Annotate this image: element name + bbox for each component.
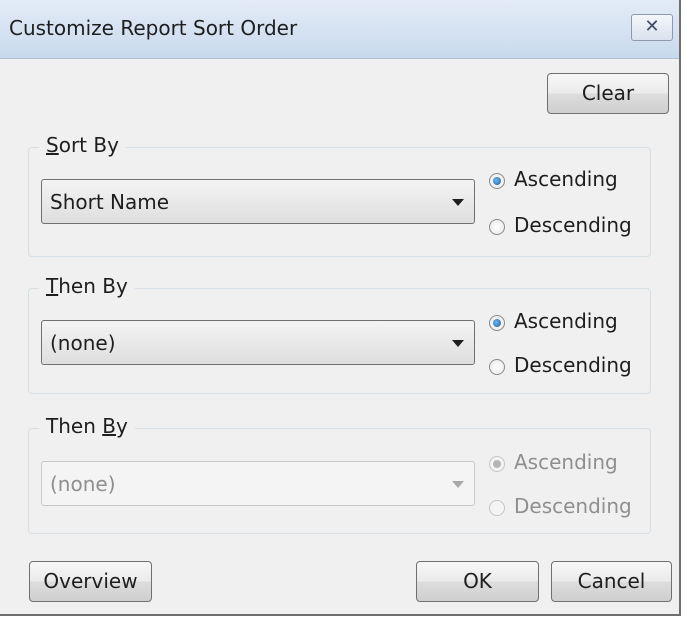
chevron-down-icon [452,199,464,206]
radio-unselected-icon [489,359,505,375]
sort-order-dialog: Customize Report Sort Order ✕ Clear Sort… [0,0,681,616]
clear-button[interactable]: Clear [547,73,669,114]
chevron-down-icon [452,340,464,347]
radio-unselected-icon [489,500,505,516]
ascending-label: Ascending [514,450,618,474]
then-by-value: (none) [50,331,116,355]
ascending-label: Ascending [514,167,618,191]
then-by-second-value: (none) [50,472,116,496]
title-bar: Customize Report Sort Order ✕ [0,0,679,59]
sort-by-legend: Sort By [39,133,126,157]
then-by-second-legend: Then By [39,414,135,438]
close-icon: ✕ [644,16,660,37]
descending-label: Descending [514,494,632,518]
radio-selected-icon [489,173,505,189]
then-by-group: Then By (none) Ascending Descending [28,274,651,394]
chevron-down-icon [452,481,464,488]
radio-unselected-icon [489,219,505,235]
then-by-second-dropdown[interactable]: (none) [41,461,475,506]
then-by-legend: Then By [39,274,135,298]
radio-selected-icon [489,456,505,472]
window-title: Customize Report Sort Order [9,16,298,40]
overview-button[interactable]: Overview [29,561,152,602]
radio-selected-icon [489,315,505,331]
cancel-button[interactable]: Cancel [551,561,672,602]
ascending-label: Ascending [514,309,618,333]
sort-by-dropdown[interactable]: Short Name [41,179,475,224]
ok-button[interactable]: OK [416,561,539,602]
descending-label: Descending [514,353,632,377]
close-button[interactable]: ✕ [631,14,673,41]
sort-by-group: Sort By Short Name Ascending Descending [28,133,651,257]
descending-label: Descending [514,213,632,237]
then-by-second-group: Then By (none) Ascending Descending [28,414,651,534]
sort-by-value: Short Name [50,190,170,214]
then-by-dropdown[interactable]: (none) [41,320,475,365]
